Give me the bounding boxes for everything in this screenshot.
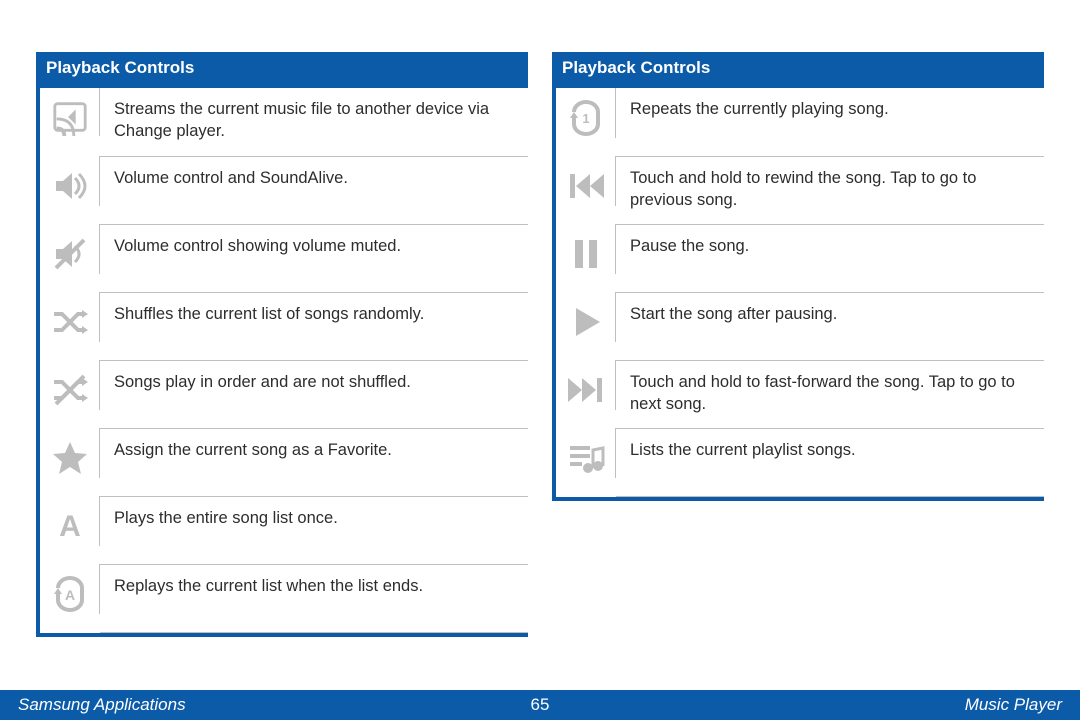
table-row: A Replays the current list when the list…	[40, 564, 528, 632]
table-row: Touch and hold to rewind the song. Tap t…	[556, 156, 1044, 224]
shuffle-off-icon	[40, 360, 100, 410]
svg-text:A: A	[64, 587, 74, 603]
previous-icon	[556, 156, 616, 206]
play-icon	[556, 292, 616, 342]
volume-muted-icon	[40, 224, 100, 274]
play-all-once-icon: A	[40, 496, 100, 546]
table-row: Lists the current playlist songs.	[556, 428, 1044, 496]
shuffle-icon	[40, 292, 100, 342]
row-text: Touch and hold to fast-forward the song.…	[616, 360, 1044, 426]
next-icon	[556, 360, 616, 410]
footer-page-number: 65	[480, 695, 600, 715]
footer-left: Samsung Applications	[18, 695, 480, 715]
table-row: Assign the current song as a Favorite.	[40, 428, 528, 496]
right-panel-body: 1 Repeats the currently playing song. To…	[552, 88, 1044, 497]
row-text: Volume control showing volume muted.	[100, 224, 528, 267]
repeat-one-icon: 1	[556, 88, 616, 138]
table-row: Pause the song.	[556, 224, 1044, 292]
left-column: Playback Controls Streams the current mu…	[36, 52, 528, 637]
favorite-icon	[40, 428, 100, 478]
svg-text:A: A	[59, 510, 81, 543]
volume-icon	[40, 156, 100, 206]
page-footer: Samsung Applications 65 Music Player	[0, 690, 1080, 720]
pause-icon	[556, 224, 616, 274]
table-row: Volume control showing volume muted.	[40, 224, 528, 292]
replay-list-icon: A	[40, 564, 100, 614]
table-row: Songs play in order and are not shuffled…	[40, 360, 528, 428]
row-text: Plays the entire song list once.	[100, 496, 528, 539]
table-row: Shuffles the current list of songs rando…	[40, 292, 528, 360]
footer-right: Music Player	[600, 695, 1062, 715]
row-text: Streams the current music file to anothe…	[100, 88, 528, 153]
right-panel-header: Playback Controls	[552, 52, 1044, 88]
table-row: Start the song after pausing.	[556, 292, 1044, 360]
left-panel-body: Streams the current music file to anothe…	[36, 88, 528, 633]
row-text: Songs play in order and are not shuffled…	[100, 360, 528, 403]
svg-text:1: 1	[582, 111, 589, 126]
cast-icon	[40, 88, 100, 136]
left-panel-header: Playback Controls	[36, 52, 528, 88]
table-row: Touch and hold to fast-forward the song.…	[556, 360, 1044, 428]
row-text: Touch and hold to rewind the song. Tap t…	[616, 156, 1044, 222]
table-row: 1 Repeats the currently playing song.	[556, 88, 1044, 156]
row-text: Pause the song.	[616, 224, 1044, 267]
table-row: A Plays the entire song list once.	[40, 496, 528, 564]
table-row: Streams the current music file to anothe…	[40, 88, 528, 156]
row-text: Repeats the currently playing song.	[616, 88, 1044, 130]
table-row: Volume control and SoundAlive.	[40, 156, 528, 224]
playlist-icon	[556, 428, 616, 478]
row-text: Assign the current song as a Favorite.	[100, 428, 528, 471]
row-text: Replays the current list when the list e…	[100, 564, 528, 607]
row-text: Volume control and SoundAlive.	[100, 156, 528, 199]
row-text: Shuffles the current list of songs rando…	[100, 292, 528, 335]
row-text: Lists the current playlist songs.	[616, 428, 1044, 471]
right-column: Playback Controls 1 Repeats the currentl…	[552, 52, 1044, 637]
row-text: Start the song after pausing.	[616, 292, 1044, 335]
